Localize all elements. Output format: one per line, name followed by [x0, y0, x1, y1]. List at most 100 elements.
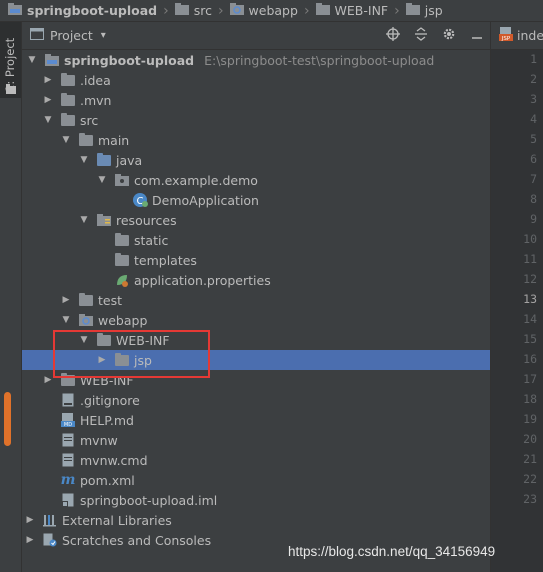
line-number: 22: [523, 472, 537, 486]
tree-node-iml[interactable]: springboot-upload.iml: [22, 490, 490, 510]
tree-node-main[interactable]: ▼ main: [22, 130, 490, 150]
project-tree: ▼ springboot-upload E:\springboot-test\s…: [22, 50, 490, 572]
project-path: E:\springboot-test\springboot-upload: [204, 52, 435, 68]
collapsed-arrow-icon[interactable]: ▶: [24, 515, 36, 525]
tree-node-label: application.properties: [134, 272, 271, 288]
tree-node-application-properties[interactable]: application.properties: [22, 270, 490, 290]
tree-node-src[interactable]: ▼ src: [22, 110, 490, 130]
folder-icon: [60, 112, 76, 128]
expanded-arrow-icon[interactable]: ▼: [78, 155, 90, 165]
expanded-arrow-icon[interactable]: ▼: [60, 135, 72, 145]
chevron-right-icon: ›: [394, 2, 400, 19]
tree-node-project-root[interactable]: ▼ springboot-upload E:\springboot-test\s…: [22, 50, 490, 70]
breadcrumb-web-inf[interactable]: WEB-INF: [315, 3, 388, 18]
project-folder-icon: [44, 52, 60, 68]
collapsed-arrow-icon[interactable]: ▶: [42, 95, 54, 105]
tree-node-label: HELP.md: [80, 412, 134, 428]
chevron-right-icon: ›: [303, 2, 310, 19]
expanded-arrow-icon[interactable]: ▼: [78, 215, 90, 225]
breadcrumb-label: springboot-upload: [27, 3, 158, 18]
web-folder-icon: [78, 312, 94, 328]
tree-node-label: resources: [116, 212, 177, 228]
expanded-arrow-icon[interactable]: ▼: [78, 335, 90, 345]
tree-node-static[interactable]: static: [22, 230, 490, 250]
tree-node-label: static: [134, 232, 169, 248]
folder-icon: [114, 252, 130, 268]
tree-node-web-inf[interactable]: ▼ WEB-INF: [22, 330, 490, 350]
tree-node-package[interactable]: ▼ com.example.demo: [22, 170, 490, 190]
tree-node-mvnw-cmd[interactable]: mvnw.cmd: [22, 450, 490, 470]
folder-icon: [96, 332, 112, 348]
collapsed-arrow-icon[interactable]: ▶: [60, 295, 72, 305]
chevron-down-icon: ▾: [100, 30, 106, 41]
breadcrumb-project[interactable]: springboot-upload: [8, 3, 157, 18]
tree-node-pom-xml[interactable]: m pom.xml: [22, 470, 490, 490]
line-number: 23: [523, 492, 537, 506]
source-folder-icon: [96, 152, 112, 168]
tree-node-resources[interactable]: ▼ resources: [22, 210, 490, 230]
editor-tab[interactable]: JSP inde: [499, 27, 543, 44]
collapsed-arrow-icon[interactable]: ▶: [42, 75, 54, 85]
folder-icon: [60, 92, 76, 108]
breadcrumb-label: webapp: [248, 3, 298, 18]
line-number: 1: [530, 52, 537, 66]
tree-node-label: jsp: [134, 352, 152, 368]
editor-tab-label: inde: [517, 28, 543, 43]
tree-node-label: WEB-INF: [116, 332, 170, 348]
tree-node-templates[interactable]: templates: [22, 250, 490, 270]
tree-node-label: pom.xml: [80, 472, 135, 488]
project-view-selector[interactable]: Project ▾: [22, 28, 106, 43]
tree-node-mvn[interactable]: ▶ .mvn: [22, 90, 490, 110]
line-number: 2: [530, 72, 537, 86]
line-number: 21: [523, 452, 537, 466]
module-file-icon: [60, 492, 76, 508]
folder-icon: [114, 352, 130, 368]
tree-node-help-md[interactable]: MD HELP.md: [22, 410, 490, 430]
expanded-arrow-icon[interactable]: ▼: [42, 115, 54, 125]
collapsed-arrow-icon[interactable]: ▶: [96, 355, 108, 365]
tree-node-demo-application[interactable]: C DemoApplication: [22, 190, 490, 210]
tree-node-gitignore[interactable]: .gitignore: [22, 390, 490, 410]
tree-node-idea[interactable]: ▶ .idea: [22, 70, 490, 90]
line-number: 8: [530, 192, 537, 206]
chevron-right-icon: ›: [163, 2, 169, 19]
hide-panel-icon[interactable]: [470, 27, 484, 44]
tree-node-mvnw[interactable]: mvnw: [22, 430, 490, 450]
spring-class-icon: C: [132, 192, 148, 208]
tree-node-label: templates: [134, 252, 197, 268]
breadcrumb-src[interactable]: src: [174, 3, 212, 18]
tree-node-jsp[interactable]: ▶ jsp: [22, 350, 490, 370]
collapse-all-icon[interactable]: [414, 27, 428, 44]
line-number: 17: [523, 372, 537, 386]
folder-icon: [114, 232, 130, 248]
breadcrumb: springboot-upload › src › webapp › WEB-I…: [0, 0, 543, 22]
folder-icon: [6, 82, 16, 97]
tree-node-web-inf-root[interactable]: ▶ WEB-INF: [22, 370, 490, 390]
folder-icon: [405, 3, 420, 18]
line-number: 20: [523, 432, 537, 446]
panel-title: Project: [50, 28, 93, 43]
tree-node-test[interactable]: ▶ test: [22, 290, 490, 310]
line-number: 7: [530, 172, 537, 186]
tree-node-external-libraries[interactable]: ▶ External Libraries: [22, 510, 490, 530]
gear-icon[interactable]: [442, 27, 456, 44]
file-icon: [60, 432, 76, 448]
line-number: 6: [530, 152, 537, 166]
collapsed-arrow-icon[interactable]: ▶: [42, 375, 54, 385]
tree-node-label: .idea: [80, 72, 111, 88]
breadcrumb-webapp[interactable]: webapp: [229, 3, 298, 18]
expanded-arrow-icon[interactable]: ▼: [26, 55, 38, 65]
line-number: 18: [523, 392, 537, 406]
tree-node-label: Scratches and Consoles: [62, 532, 212, 548]
line-number: 4: [530, 112, 537, 126]
expanded-arrow-icon[interactable]: ▼: [60, 315, 72, 325]
folder-icon: [174, 3, 189, 18]
breadcrumb-jsp[interactable]: jsp: [405, 3, 443, 18]
tree-node-webapp[interactable]: ▼ webapp: [22, 310, 490, 330]
expanded-arrow-icon[interactable]: ▼: [96, 175, 108, 185]
folder-icon: [78, 292, 94, 308]
collapsed-arrow-icon[interactable]: ▶: [24, 535, 36, 545]
tree-node-java[interactable]: ▼ java: [22, 150, 490, 170]
scrollbar-thumb[interactable]: [4, 392, 11, 446]
locate-icon[interactable]: [386, 27, 400, 44]
